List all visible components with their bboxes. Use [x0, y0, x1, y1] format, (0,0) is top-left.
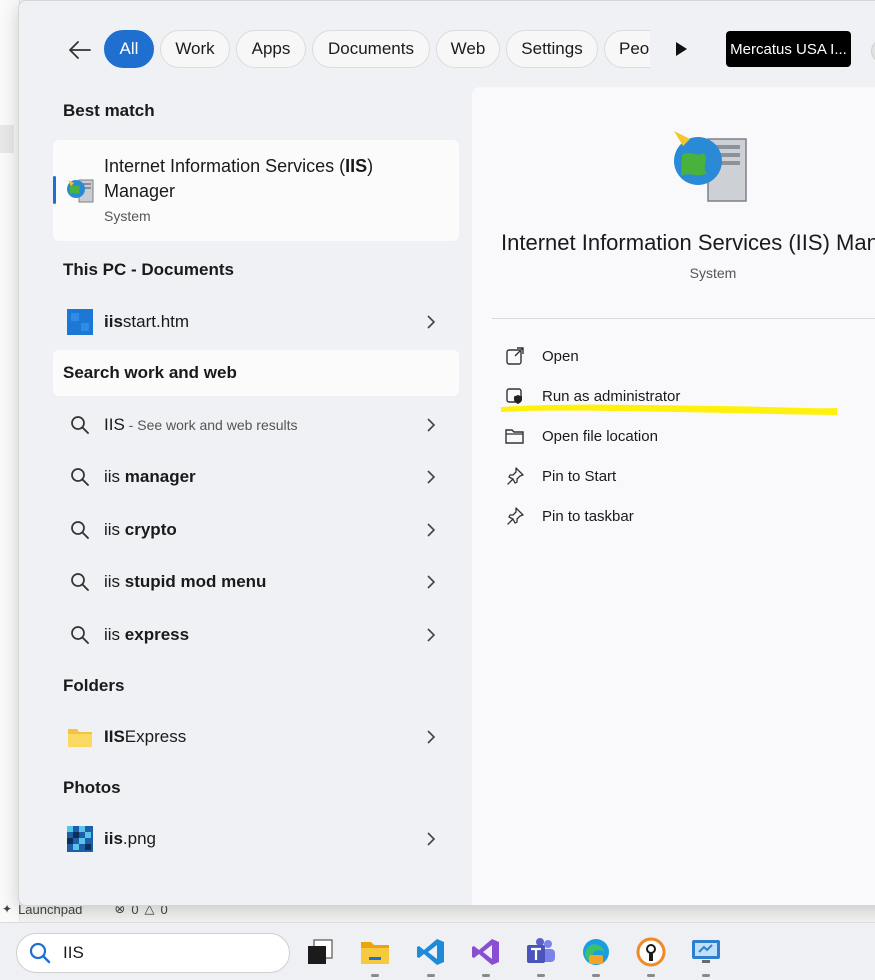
- remote-desktop-icon[interactable]: [689, 935, 723, 969]
- account-button[interactable]: Mercatus USA I...: [726, 31, 851, 67]
- filter-tab-work[interactable]: Work: [160, 30, 230, 68]
- rocket-icon: ✦: [2, 902, 13, 916]
- pin-to-start-label: Pin to Start: [542, 467, 617, 485]
- search-suggestion-label: iis stupid mod menu: [104, 572, 267, 591]
- back-arrow-icon: [69, 41, 91, 59]
- teams-icon[interactable]: [524, 935, 558, 969]
- open-file-location-action[interactable]: Open file location: [504, 422, 658, 450]
- divider: [492, 318, 875, 319]
- best-match-item[interactable]: Internet Information Services (IIS) Mana…: [53, 140, 459, 241]
- taskbar: IIS: [0, 922, 875, 980]
- open-action[interactable]: Open: [504, 342, 579, 370]
- search-icon: [67, 464, 93, 490]
- open-file-location-label: Open file location: [542, 427, 658, 445]
- best-match-subtitle: System: [104, 208, 151, 224]
- list-item-label: iis.png: [104, 829, 156, 848]
- chevron-right-icon[interactable]: [425, 470, 437, 484]
- iis-manager-icon: [67, 179, 94, 203]
- search-suggestion-label: iis crypto: [104, 520, 177, 539]
- folder-open-icon: [504, 425, 526, 447]
- filter-tab-apps[interactable]: Apps: [236, 30, 306, 68]
- image-file-icon: [67, 826, 93, 852]
- running-indicator: [427, 974, 435, 977]
- detail-app-title: Internet Information Services (IIS) Man: [501, 230, 875, 255]
- folders-header: Folders: [63, 676, 125, 695]
- filter-tab-web[interactable]: Web: [436, 30, 500, 68]
- pin-to-start-action[interactable]: Pin to Start: [504, 462, 616, 490]
- chevron-right-icon[interactable]: [425, 628, 437, 642]
- html-file-icon: [67, 309, 93, 335]
- visual-studio-icon[interactable]: [469, 935, 503, 969]
- pin-to-taskbar-action[interactable]: Pin to taskbar: [504, 502, 634, 530]
- vscode-icon[interactable]: [414, 935, 448, 969]
- chevron-right-icon[interactable]: [425, 523, 437, 537]
- list-item[interactable]: iisstart.htm: [53, 300, 459, 344]
- scroll-filters-right-icon[interactable]: [671, 39, 691, 59]
- back-button[interactable]: [63, 35, 97, 65]
- highlighter-annotation: [501, 404, 837, 415]
- start-search-panel: All Work Apps Documents Web Settings Peo…: [18, 0, 875, 906]
- search-icon: [67, 569, 93, 595]
- task-view-icon[interactable]: [303, 935, 337, 969]
- search-suggestion-row[interactable]: iis crypto: [53, 508, 459, 552]
- search-suggestion-row[interactable]: IIS - See work and web results: [53, 403, 459, 447]
- filter-tab-documents[interactable]: Documents: [312, 30, 430, 68]
- taskbar-search-text: IIS: [63, 943, 84, 962]
- running-indicator: [371, 974, 379, 977]
- photos-header: Photos: [63, 778, 121, 797]
- pin-to-taskbar-label: Pin to taskbar: [542, 507, 634, 525]
- search-suggestion-row[interactable]: iis express: [53, 613, 459, 657]
- this-pc-documents-header: This PC - Documents: [63, 260, 234, 279]
- list-item-label: IISExpress: [104, 727, 187, 746]
- filter-tab-all[interactable]: All: [104, 30, 154, 68]
- filter-tab-people[interactable]: Peop: [604, 30, 650, 68]
- search-work-web-header: Search work and web: [63, 363, 237, 382]
- iis-manager-icon: [674, 131, 747, 202]
- search-icon: [29, 942, 51, 964]
- open-action-label: Open: [542, 347, 579, 365]
- chevron-right-icon[interactable]: [425, 832, 437, 846]
- chevron-right-icon[interactable]: [425, 418, 437, 432]
- running-indicator: [482, 974, 490, 977]
- chevron-right-icon[interactable]: [425, 575, 437, 589]
- list-item-label: iisstart.htm: [104, 312, 190, 331]
- pin-icon: [504, 465, 526, 487]
- pin-icon: [504, 505, 526, 527]
- background-app-edge: [0, 0, 20, 930]
- taskbar-search-box[interactable]: IIS: [16, 933, 290, 973]
- selection-indicator: [53, 176, 56, 204]
- list-item[interactable]: IISExpress: [53, 715, 459, 759]
- search-suggestion-label: iis manager: [104, 467, 196, 486]
- filter-tab-settings[interactable]: Settings: [506, 30, 598, 68]
- running-indicator: [702, 974, 710, 977]
- running-indicator: [592, 974, 600, 977]
- detail-pane: Internet Information Services (IIS) Man …: [472, 87, 875, 905]
- filter-bar: All Work Apps Documents Web Settings Peo…: [19, 29, 875, 71]
- avatar[interactable]: [871, 39, 875, 63]
- detail-app-type: System: [689, 265, 737, 281]
- best-match-title: Internet Information Services (IIS) Mana…: [104, 156, 374, 201]
- search-icon: [67, 622, 93, 648]
- best-match-header: Best match: [63, 101, 155, 120]
- background-scroll-marker: [0, 125, 14, 153]
- search-suggestion-label: IIS - See work and web results: [104, 415, 298, 434]
- file-explorer-icon[interactable]: [358, 935, 392, 969]
- search-icon: [67, 412, 93, 438]
- edge-icon[interactable]: [579, 935, 613, 969]
- search-suggestion-row[interactable]: iis manager: [53, 455, 459, 499]
- search-icon: [67, 517, 93, 543]
- search-suggestion-row[interactable]: iis stupid mod menu: [53, 560, 459, 604]
- running-indicator: [537, 974, 545, 977]
- vpn-icon[interactable]: [634, 935, 668, 969]
- chevron-right-icon[interactable]: [425, 730, 437, 744]
- folder-icon: [67, 724, 93, 750]
- running-indicator: [647, 974, 655, 977]
- open-external-icon: [504, 345, 526, 367]
- list-item[interactable]: iis.png: [53, 817, 459, 861]
- search-suggestion-label: iis express: [104, 625, 190, 644]
- chevron-right-icon[interactable]: [425, 315, 437, 329]
